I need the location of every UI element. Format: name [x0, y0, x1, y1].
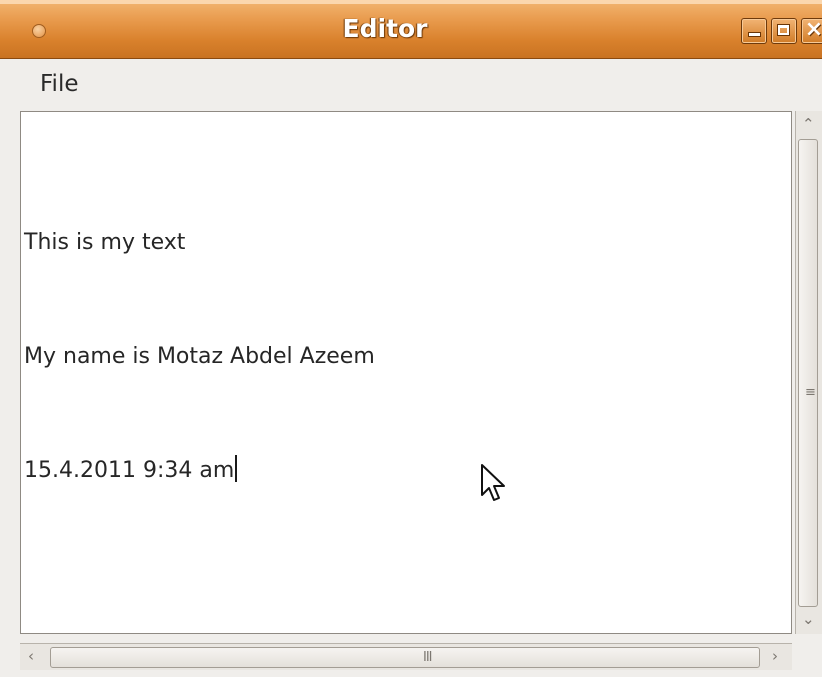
maximize-button[interactable] [771, 18, 797, 44]
text-caret [235, 455, 238, 482]
editor-text-content[interactable]: This is my text My name is Motaz Abdel A… [24, 148, 784, 566]
menu-file[interactable]: File [38, 71, 81, 97]
vertical-scroll-thumb[interactable]: ≡ [798, 139, 818, 607]
close-button[interactable]: × [801, 17, 822, 44]
vertical-grip-icon: ≡ [805, 385, 816, 400]
title-bar-highlight [0, 0, 822, 4]
editor-line: This is my text [24, 230, 186, 255]
minimize-icon [749, 33, 760, 36]
vertical-scrollbar[interactable]: ⌃ ≡ ⌄ [795, 111, 822, 634]
editor-window: Editor × File This is my text My name is… [0, 0, 822, 677]
scroll-left-arrow-icon[interactable]: ‹ [28, 649, 34, 664]
window-title: Editor [342, 14, 428, 43]
scroll-right-arrow-icon[interactable]: › [772, 649, 778, 664]
close-icon: × [804, 17, 822, 42]
horizontal-grip-icon: III [423, 650, 432, 665]
scrollbar-corner [795, 634, 822, 677]
maximize-icon [777, 24, 790, 36]
text-editor-area[interactable]: This is my text My name is Motaz Abdel A… [20, 111, 792, 634]
horizontal-scroll-thumb[interactable]: III [50, 647, 760, 668]
minimize-button[interactable] [741, 18, 767, 44]
editor-line: 15.4.2011 9:34 am [24, 458, 235, 483]
menu-bar: File [0, 59, 822, 109]
title-bar[interactable]: Editor × [0, 0, 822, 59]
mouse-pointer-icon [481, 464, 505, 501]
scroll-down-arrow-icon[interactable]: ⌄ [802, 612, 815, 627]
editor-line: My name is Motaz Abdel Azeem [24, 344, 375, 369]
editor-line-with-caret: 15.4.2011 9:34 am [24, 452, 784, 490]
horizontal-scrollbar[interactable]: ‹ III › [20, 643, 792, 670]
scroll-up-arrow-icon[interactable]: ⌃ [802, 117, 815, 132]
